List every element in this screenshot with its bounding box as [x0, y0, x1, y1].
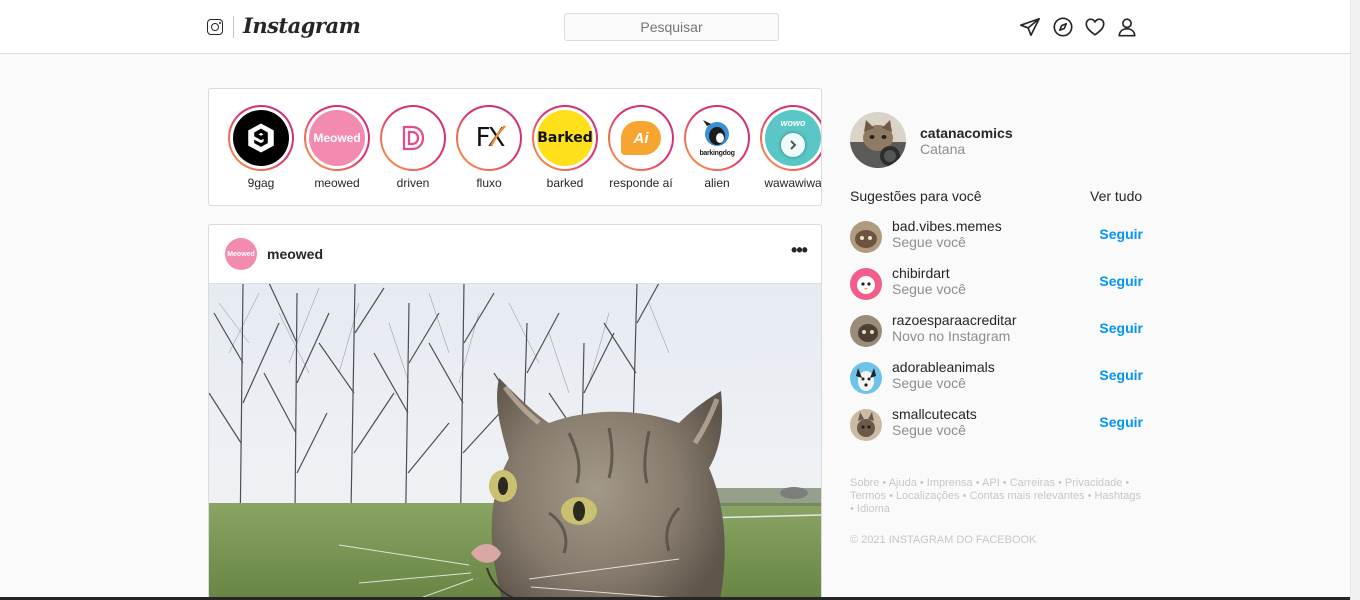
story-avatar-alien: barkingdog [689, 110, 745, 166]
suggestions-title: Sugestões para você [850, 188, 982, 204]
suggestion-note: Segue você [892, 234, 966, 250]
story-label: alien [704, 176, 730, 190]
current-user-username[interactable]: catanacomics [920, 125, 1013, 141]
heart-icon[interactable] [1084, 16, 1106, 38]
story-avatar-fluxo: FX [461, 110, 517, 166]
story-avatar-driven [385, 110, 441, 166]
suggestion-username[interactable]: chibirdart [892, 265, 950, 281]
feed-post: Meowed meowed ••• [208, 224, 822, 600]
current-user-avatar[interactable] [850, 112, 906, 168]
more-options-icon[interactable]: ••• [789, 241, 809, 263]
story-label: responde aí [609, 176, 673, 190]
instagram-camera-icon[interactable] [207, 19, 223, 35]
logo-separator [233, 16, 234, 38]
chevron-right-icon [790, 140, 797, 150]
story-label: 9gag [247, 176, 275, 190]
explore-icon[interactable] [1052, 16, 1074, 38]
footer-links[interactable]: Sobre • Ajuda • Imprensa • API • Carreir… [850, 477, 1145, 516]
story-label: meowed [314, 176, 360, 190]
suggestion-row: razoesparaacreditar Novo no Instagram Se… [850, 312, 1143, 352]
follow-button[interactable]: Seguir [1099, 367, 1143, 383]
suggestion-username[interactable]: razoesparaacreditar [892, 312, 1017, 328]
story-avatar-9gag [233, 110, 289, 166]
story-avatar-barked: Barked [537, 110, 593, 166]
follow-button[interactable]: Seguir [1099, 320, 1143, 336]
profile-icon[interactable] [1116, 16, 1138, 38]
follow-button[interactable]: Seguir [1099, 273, 1143, 289]
story-item[interactable]: 9gag [228, 105, 294, 190]
suggestion-avatar[interactable] [850, 362, 882, 394]
search-input[interactable] [564, 13, 779, 41]
suggestion-avatar[interactable] [850, 221, 882, 253]
suggestion-note: Segue você [892, 375, 966, 391]
story-item[interactable]: FX fluxo [456, 105, 522, 190]
vertical-scrollbar[interactable] [1350, 0, 1360, 600]
suggestion-note: Segue você [892, 422, 966, 438]
suggestion-row: bad.vibes.memes Segue você Seguir [850, 218, 1143, 258]
instagram-wordmark[interactable]: Instagram [243, 13, 361, 38]
suggestion-avatar[interactable] [850, 268, 882, 300]
copyright-text: © 2021 INSTAGRAM DO FACEBOOK [850, 534, 1037, 546]
suggestion-username[interactable]: adorableanimals [892, 359, 995, 375]
story-avatar-responde-ai: Ai [613, 110, 669, 166]
suggestion-username[interactable]: smallcutecats [892, 406, 977, 422]
story-item[interactable]: barkingdog alien [684, 105, 750, 190]
suggestion-note: Segue você [892, 281, 966, 297]
post-avatar[interactable]: Meowed [225, 238, 257, 270]
suggestion-row: adorableanimals Segue você Seguir [850, 359, 1143, 399]
story-avatar-meowed: Meowed [309, 110, 365, 166]
suggestion-row: smallcutecats Segue você Seguir [850, 406, 1143, 446]
top-navigation-bar: Instagram [0, 0, 1350, 54]
story-item[interactable]: Ai responde aí [608, 105, 674, 190]
story-label: wawawiwa [764, 176, 822, 190]
suggestion-avatar[interactable] [850, 315, 882, 347]
story-label: barked [546, 176, 584, 190]
story-item[interactable]: Meowed meowed [304, 105, 370, 190]
current-user-name: Catana [920, 141, 966, 157]
story-label: fluxo [476, 176, 502, 190]
story-item[interactable]: Barked barked [532, 105, 598, 190]
story-label: driven [396, 176, 430, 190]
suggestion-note: Novo no Instagram [892, 328, 1011, 344]
follow-button[interactable]: Seguir [1099, 414, 1143, 430]
stories-next-button[interactable] [781, 133, 805, 157]
direct-icon[interactable] [1019, 16, 1041, 38]
suggestion-row: chibirdart Segue você Seguir [850, 265, 1143, 305]
suggestion-avatar[interactable] [850, 409, 882, 441]
see-all-link[interactable]: Ver tudo [1090, 188, 1142, 204]
story-item[interactable]: driven [380, 105, 446, 190]
follow-button[interactable]: Seguir [1099, 226, 1143, 242]
post-username[interactable]: meowed [267, 246, 323, 262]
suggestion-username[interactable]: bad.vibes.memes [892, 218, 1002, 234]
stories-tray: 9gag Meowed meowed driven FX fluxo Barke… [208, 88, 822, 206]
post-image[interactable] [209, 283, 822, 600]
